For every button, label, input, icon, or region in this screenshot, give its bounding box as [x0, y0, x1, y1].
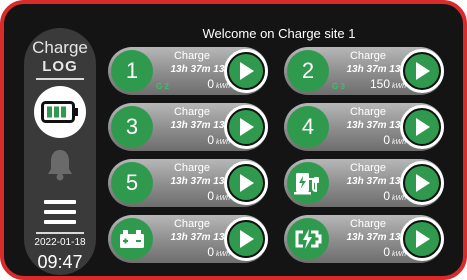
charger-card-1[interactable]: 1 Charge 13h 37m 13s 0 kWh G 2	[108, 47, 268, 95]
start-button[interactable]	[400, 49, 444, 93]
charger-energy: 0 kWh	[328, 245, 406, 259]
charger-status: Charge	[349, 218, 387, 230]
start-button[interactable]	[400, 161, 444, 205]
charger-number-badge: 5	[111, 162, 153, 204]
divider	[36, 78, 84, 80]
start-button[interactable]	[400, 217, 444, 261]
charger-status: Charge	[349, 106, 387, 118]
charger-energy: 0 kWh	[152, 133, 230, 147]
charger-card-4[interactable]: 4 Charge 13h 37m 13s 0 kWh	[284, 103, 444, 151]
charger-duration: 13h 37m 13s	[170, 64, 231, 75]
play-icon	[240, 230, 254, 248]
charger-status: Charge	[349, 162, 387, 174]
charger-status: Charge	[349, 50, 387, 62]
charger-duration: 13h 37m 13s	[346, 120, 407, 131]
energy-value: 0	[383, 189, 390, 203]
charger-number-badge: 2	[287, 50, 329, 92]
car-battery-icon	[120, 230, 144, 248]
charger-status: Charge	[173, 50, 211, 62]
energy-value: 0	[207, 245, 214, 259]
divider	[36, 232, 84, 234]
play-icon	[416, 230, 430, 248]
charger-card-fast-charge[interactable]: Charge 13h 37m 13s 0 kWh	[284, 215, 444, 263]
play-icon	[240, 174, 254, 192]
charger-icon-badge	[111, 218, 153, 260]
charger-card-ev-station[interactable]: Charge 13h 37m 13s 0 kWh	[284, 159, 444, 207]
charger-energy: 0 kWh	[152, 245, 230, 259]
battery-charging-icon	[41, 101, 78, 123]
charger-status: Charge	[173, 106, 211, 118]
bell-icon[interactable]	[46, 148, 74, 182]
charger-energy: 0 kWh	[328, 189, 406, 203]
charger-duration: 13h 37m 13s	[170, 232, 231, 243]
charger-duration: 13h 37m 13s	[346, 176, 407, 187]
play-icon	[416, 118, 430, 136]
play-icon	[416, 62, 430, 80]
start-button[interactable]	[224, 161, 268, 205]
charger-duration: 13h 37m 13s	[170, 120, 231, 131]
sidebar: Charge LOG 2022-01-18 09:47	[24, 28, 96, 275]
charger-card-car-battery[interactable]: Charge 13h 37m 13s 0 kWh	[108, 215, 268, 263]
energy-value: 0	[383, 133, 390, 147]
energy-value: 0	[207, 189, 214, 203]
page-title: Welcome on Charge site 1	[202, 26, 356, 41]
charger-duration: 13h 37m 13s	[346, 64, 407, 75]
play-icon	[240, 118, 254, 136]
brand-logo: LOG	[42, 58, 78, 75]
charger-icon-badge	[287, 162, 329, 204]
gun-indicator: G 2	[156, 82, 169, 91]
fast-charge-icon	[295, 229, 322, 249]
energy-value: 0	[383, 245, 390, 259]
menu-icon[interactable]	[44, 200, 76, 226]
date-text: 2022-01-18	[34, 237, 86, 248]
charger-duration: 13h 37m 13s	[346, 232, 407, 243]
start-button[interactable]	[400, 105, 444, 149]
gun-indicator: G 3	[332, 82, 345, 91]
charger-number-badge: 3	[111, 106, 153, 148]
play-icon	[416, 174, 430, 192]
charger-icon-badge	[287, 218, 329, 260]
charger-status: Charge	[173, 218, 211, 230]
ev-station-icon	[294, 173, 319, 195]
charger-energy: 0 kWh	[152, 189, 230, 203]
play-icon	[240, 62, 254, 80]
energy-value: 150	[369, 77, 390, 91]
charger-number-badge: 1	[111, 50, 153, 92]
start-button[interactable]	[224, 49, 268, 93]
charger-card-3[interactable]: 3 Charge 13h 37m 13s 0 kWh	[108, 103, 268, 151]
charger-number-badge: 4	[287, 106, 329, 148]
charger-card-5[interactable]: 5 Charge 13h 37m 13s 0 kWh	[108, 159, 268, 207]
app-frame: Charge LOG 2022-01-18 09:47 Welcome on C…	[0, 0, 467, 280]
brand-top-text: Charge	[32, 38, 88, 57]
charger-card-2[interactable]: 2 Charge 13h 37m 13s 150 kWh G 3	[284, 47, 444, 95]
time-text: 09:47	[37, 252, 83, 272]
charger-status: Charge	[173, 162, 211, 174]
start-button[interactable]	[224, 105, 268, 149]
start-button[interactable]	[224, 217, 268, 261]
charger-duration: 13h 37m 13s	[170, 176, 231, 187]
charger-energy: 0 kWh	[328, 133, 406, 147]
energy-value: 0	[207, 133, 214, 147]
energy-value: 0	[207, 77, 214, 91]
battery-status	[34, 86, 86, 138]
